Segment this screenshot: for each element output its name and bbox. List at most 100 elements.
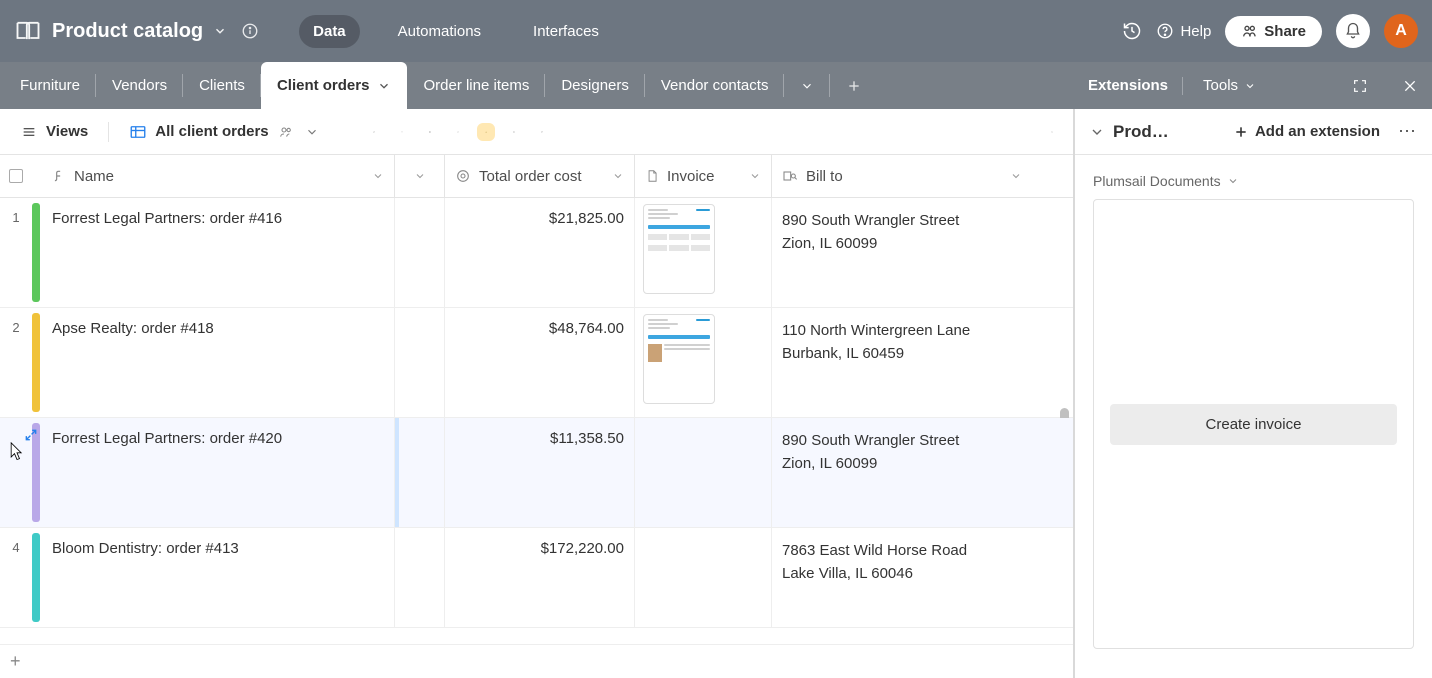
tab-order-line-items[interactable]: Order line items bbox=[407, 62, 545, 109]
cell-total[interactable]: $21,825.00 bbox=[549, 210, 624, 227]
menu-icon bbox=[20, 123, 38, 141]
segment-data[interactable]: Data bbox=[299, 15, 360, 48]
cell-total[interactable]: $172,220.00 bbox=[541, 540, 624, 557]
help-button[interactable]: Help bbox=[1156, 22, 1211, 40]
hide-fields-icon[interactable] bbox=[365, 123, 383, 141]
history-icon[interactable] bbox=[1122, 21, 1142, 41]
grid-header: Name Total order cost Invoice Bill to bbox=[0, 155, 1073, 198]
views-label: Views bbox=[46, 123, 88, 140]
view-name: All client orders bbox=[155, 123, 268, 140]
base-menu-chevron-icon[interactable] bbox=[213, 24, 227, 38]
group-icon[interactable] bbox=[421, 123, 439, 141]
lookup-icon bbox=[782, 168, 798, 184]
segment-interfaces[interactable]: Interfaces bbox=[519, 15, 613, 48]
search-icon[interactable] bbox=[1043, 123, 1061, 141]
cell-bill-to[interactable]: 110 North Wintergreen LaneBurbank, IL 60… bbox=[772, 308, 1032, 417]
cell-bill-to[interactable]: 890 South Wrangler StreetZion, IL 60099 bbox=[772, 198, 1032, 307]
views-button[interactable]: Views bbox=[12, 117, 96, 147]
close-panel-icon[interactable] bbox=[1402, 78, 1418, 94]
add-extension-button[interactable]: Add an extension bbox=[1233, 123, 1380, 140]
tab-designers[interactable]: Designers bbox=[545, 62, 645, 109]
cell-name[interactable]: Apse Realty: order #418 bbox=[52, 320, 214, 337]
expand-record-icon[interactable] bbox=[24, 428, 38, 442]
cell-invoice[interactable] bbox=[635, 198, 772, 307]
row-color-bar bbox=[32, 203, 40, 302]
column-name[interactable]: Name bbox=[42, 155, 395, 197]
grid-body: 1 Forrest Legal Partners: order #416 $21… bbox=[0, 198, 1073, 644]
attachment-icon bbox=[645, 169, 659, 183]
table-row[interactable]: 4 Bloom Dentistry: order #413 $172,220.0… bbox=[0, 528, 1073, 628]
plumsail-header[interactable]: Plumsail Documents bbox=[1093, 173, 1414, 189]
column-bill-to[interactable]: Bill to bbox=[772, 155, 1032, 197]
share-label: Share bbox=[1264, 23, 1306, 40]
tab-menu-chevron[interactable] bbox=[784, 62, 830, 109]
info-icon[interactable] bbox=[237, 22, 259, 40]
ext-tab-tools[interactable]: Tools bbox=[1203, 77, 1256, 94]
create-invoice-button[interactable]: Create invoice bbox=[1110, 404, 1397, 445]
row-color-bar bbox=[32, 313, 40, 412]
row-height-icon[interactable] bbox=[505, 123, 523, 141]
ext-tabs: Extensions Tools bbox=[1074, 62, 1432, 109]
base-title[interactable]: Product catalog bbox=[52, 20, 203, 43]
cell-invoice[interactable] bbox=[635, 528, 772, 627]
avatar[interactable]: A bbox=[1384, 14, 1418, 48]
sort-icon[interactable] bbox=[449, 123, 467, 141]
hidden-column-indicator[interactable] bbox=[395, 155, 445, 197]
grid-view-icon bbox=[129, 123, 147, 141]
chevron-down-icon[interactable] bbox=[612, 170, 624, 182]
extension-title[interactable]: Prod… bbox=[1113, 122, 1169, 142]
formula-icon bbox=[52, 169, 66, 183]
select-all-checkbox[interactable] bbox=[9, 169, 23, 183]
cell-name[interactable]: Forrest Legal Partners: order #420 bbox=[52, 430, 282, 447]
more-icon[interactable]: ⋯ bbox=[1398, 121, 1418, 142]
help-label: Help bbox=[1180, 23, 1211, 40]
segment-automations[interactable]: Automations bbox=[384, 15, 495, 48]
cell-name[interactable]: Bloom Dentistry: order #413 bbox=[52, 540, 239, 557]
tab-client-orders[interactable]: Client orders bbox=[261, 62, 408, 109]
invoice-thumbnail[interactable] bbox=[643, 204, 715, 294]
base-logo-icon bbox=[14, 17, 42, 45]
tab-vendors[interactable]: Vendors bbox=[96, 62, 183, 109]
filter-icon[interactable] bbox=[393, 123, 411, 141]
row-color-bar bbox=[32, 533, 40, 622]
cell-bill-to[interactable]: 7863 East Wild Horse RoadLake Villa, IL … bbox=[772, 528, 1032, 627]
ext-tab-extensions[interactable]: Extensions bbox=[1088, 77, 1183, 95]
chevron-down-icon[interactable] bbox=[372, 170, 384, 182]
column-total-cost[interactable]: Total order cost bbox=[445, 155, 635, 197]
cell-name[interactable]: Forrest Legal Partners: order #416 bbox=[52, 210, 282, 227]
column-invoice[interactable]: Invoice bbox=[635, 155, 772, 197]
table-row[interactable]: Forrest Legal Partners: order #420 $11,3… bbox=[0, 418, 1073, 528]
view-toolbar: Views All client orders bbox=[0, 109, 1073, 155]
notifications-button[interactable] bbox=[1336, 14, 1370, 48]
tab-vendor-contacts[interactable]: Vendor contacts bbox=[645, 62, 785, 109]
table-row[interactable]: 2 Apse Realty: order #418 $48,764.00 bbox=[0, 308, 1073, 418]
table-tabs: Furniture Vendors Clients Client orders … bbox=[0, 62, 1074, 109]
chevron-down-icon[interactable] bbox=[749, 170, 761, 182]
add-row-button[interactable]: + bbox=[0, 644, 1073, 678]
view-picker[interactable]: All client orders bbox=[121, 117, 328, 147]
cell-total[interactable]: $48,764.00 bbox=[549, 320, 624, 337]
cell-invoice[interactable] bbox=[635, 418, 772, 527]
share-view-icon[interactable] bbox=[533, 123, 551, 141]
cell-total[interactable]: $11,358.50 bbox=[550, 430, 624, 447]
share-button[interactable]: Share bbox=[1225, 16, 1322, 47]
cell-invoice[interactable] bbox=[635, 308, 772, 417]
cell-bill-to[interactable]: 890 South Wrangler StreetZion, IL 60099 bbox=[772, 418, 1032, 527]
tab-clients[interactable]: Clients bbox=[183, 62, 261, 109]
extension-panel: Prod… Add an extension ⋯ Plumsail Docume… bbox=[1074, 109, 1432, 678]
add-table-button[interactable] bbox=[830, 62, 878, 109]
color-icon[interactable] bbox=[477, 123, 495, 141]
top-segments: Data Automations Interfaces bbox=[299, 15, 613, 48]
rollup-icon bbox=[455, 168, 471, 184]
chevron-down-icon bbox=[377, 79, 391, 93]
extension-card: Create invoice bbox=[1093, 199, 1414, 649]
table-row[interactable]: 1 Forrest Legal Partners: order #416 $21… bbox=[0, 198, 1073, 308]
tab-furniture[interactable]: Furniture bbox=[4, 62, 96, 109]
people-icon bbox=[277, 123, 295, 141]
chevron-down-icon bbox=[303, 123, 321, 141]
chevron-down-icon[interactable] bbox=[1010, 170, 1022, 182]
invoice-thumbnail[interactable] bbox=[643, 314, 715, 404]
chevron-down-icon[interactable] bbox=[1089, 124, 1105, 140]
expand-panel-icon[interactable] bbox=[1352, 78, 1368, 94]
cursor-icon bbox=[10, 442, 24, 462]
